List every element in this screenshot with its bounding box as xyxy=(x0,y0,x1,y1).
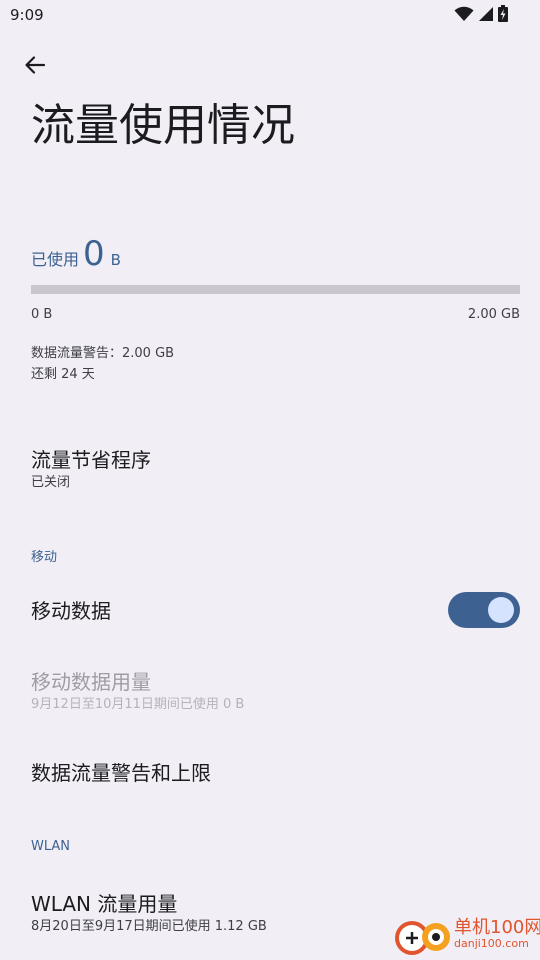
mobile-data-usage-title: 移动数据用量 xyxy=(31,670,151,694)
watermark: 单机100网 danji100.com xyxy=(388,910,540,960)
toggle-knob xyxy=(488,597,514,623)
page-title: 流量使用情况 xyxy=(31,100,295,151)
usage-value: 0 xyxy=(83,234,105,274)
section-header-mobile: 移动 xyxy=(31,550,58,565)
battery-charging-icon xyxy=(498,5,508,26)
data-saver-item[interactable]: 流量节省程序 已关闭 xyxy=(31,446,151,492)
data-warning-limit-title: 数据流量警告和上限 xyxy=(31,761,211,785)
watermark-logo-icon xyxy=(395,921,450,955)
mobile-data-title: 移动数据 xyxy=(31,599,111,623)
status-bar: 9:09 xyxy=(0,0,540,32)
mobile-data-usage-item[interactable]: 移动数据用量 9月12日至10月11日期间已使用 0 B xyxy=(31,668,244,714)
data-saver-title: 流量节省程序 xyxy=(31,448,151,472)
arrow-back-icon xyxy=(23,53,47,81)
usage-summary: 已使用 0 B xyxy=(31,234,121,274)
mobile-data-item[interactable]: 移动数据 xyxy=(31,597,111,625)
cell-signal-icon xyxy=(478,6,494,26)
data-saver-summary: 已关闭 xyxy=(31,475,71,490)
wlan-usage-title: WLAN 流量用量 xyxy=(31,892,178,916)
mobile-data-toggle[interactable] xyxy=(448,592,520,628)
usage-bar-max-label: 2.00 GB xyxy=(467,307,520,322)
usage-progress-bar xyxy=(31,285,520,294)
usage-label: 已使用 xyxy=(31,250,80,269)
section-header-wlan: WLAN xyxy=(31,839,71,854)
data-warning-text: 数据流量警告：2.00 GB xyxy=(31,346,175,361)
days-remaining-text: 还剩 24 天 xyxy=(31,367,95,382)
data-warning-limit-item[interactable]: 数据流量警告和上限 xyxy=(31,759,211,787)
back-button[interactable] xyxy=(18,50,52,84)
mobile-data-usage-summary: 9月12日至10月11日期间已使用 0 B xyxy=(31,697,245,712)
wlan-usage-summary: 8月20日至9月17日期间已使用 1.12 GB xyxy=(31,919,267,934)
wlan-usage-item[interactable]: WLAN 流量用量 8月20日至9月17日期间已使用 1.12 GB xyxy=(31,890,267,936)
status-time: 9:09 xyxy=(10,6,44,24)
usage-unit: B xyxy=(110,251,121,269)
watermark-url: danji100.com xyxy=(454,937,529,950)
usage-warning-info: 数据流量警告：2.00 GB 还剩 24 天 xyxy=(31,343,174,385)
usage-bar-min-label: 0 B xyxy=(31,307,53,322)
wifi-icon xyxy=(454,6,474,26)
status-icons xyxy=(454,5,508,26)
watermark-name: 单机100网 xyxy=(454,917,540,938)
